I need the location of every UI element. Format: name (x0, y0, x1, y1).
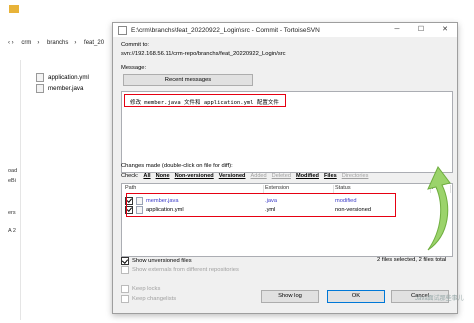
message-label: Message: (121, 65, 147, 71)
checkbox-icon (121, 257, 129, 265)
filter-link-modified[interactable]: Modified (296, 173, 319, 179)
filter-link-none[interactable]: None (156, 173, 170, 179)
file-list: application.yml member.java (36, 72, 89, 94)
keep-locks-checkbox[interactable]: Keep locks (121, 285, 160, 293)
filter-link-versioned[interactable]: Versioned (219, 173, 246, 179)
file-name: application.yml (48, 74, 89, 81)
close-button[interactable]: ✕ (433, 23, 457, 37)
watermark: Java面试那些事儿 (415, 296, 464, 302)
breadcrumb-item[interactable]: crm (21, 40, 31, 46)
commit-to-label: Commit to: (121, 42, 150, 48)
message-highlight (124, 94, 286, 107)
title-bar[interactable]: E:\crm\branchs\feat_20220922_Login\src -… (113, 23, 457, 37)
checkbox-label: Show unversioned files (132, 258, 192, 264)
checkbox-icon (121, 295, 129, 303)
keep-changelists-checkbox[interactable]: Keep changelists (121, 295, 176, 303)
minimize-button[interactable]: ─ (385, 23, 409, 37)
checkbox-icon (121, 285, 129, 293)
checkbox-label: Keep locks (132, 286, 161, 292)
folder-icon (9, 5, 19, 13)
changes-label: Changes made (double-click on file for d… (121, 163, 233, 169)
column-header-extension[interactable]: Extension (262, 185, 334, 193)
tortoisesvn-icon (118, 25, 127, 35)
recent-messages-button[interactable]: Recent messages (123, 74, 253, 86)
checkbox-label: Keep changelists (132, 296, 177, 302)
nav-fragment[interactable]: ers (8, 210, 16, 216)
filter-link-all[interactable]: All (143, 173, 150, 179)
selection-summary: 2 files selected, 2 files total (377, 257, 447, 263)
nav-fragment[interactable]: oad (8, 168, 17, 174)
ok-button[interactable]: OK (327, 290, 385, 303)
breadcrumb[interactable]: ‹ › crm › branchs › feat_20 (8, 40, 110, 46)
file-item[interactable]: application.yml (36, 72, 89, 83)
filter-link-deleted: Deleted (271, 173, 291, 179)
show-unversioned-checkbox[interactable]: Show unversioned files (121, 257, 192, 265)
nav-fragment[interactable]: A 2 (8, 228, 16, 234)
file-item[interactable]: member.java (36, 83, 89, 94)
checkbox-label: Show externals from different repositori… (132, 267, 239, 273)
commit-url: svn://192.168.56.11/crm-repo/branchs/fea… (121, 51, 286, 57)
filter-link-non-versioned[interactable]: Non-versioned (175, 173, 214, 179)
commit-dialog: E:\crm\branchs\feat_20220922_Login\src -… (112, 22, 458, 314)
window-title: E:\crm\branchs\feat_20220922_Login\src -… (131, 26, 320, 34)
show-externals-checkbox[interactable]: Show externals from different repositori… (121, 266, 239, 274)
filter-link-files[interactable]: Files (324, 173, 337, 179)
column-header-status[interactable]: Status (332, 185, 431, 193)
nav-fragment[interactable]: eBi (8, 178, 16, 184)
commit-arrow-icon (427, 166, 451, 251)
breadcrumb-item[interactable]: branchs (47, 40, 68, 46)
files-highlight (126, 193, 396, 217)
filter-link-added: Added (250, 173, 267, 179)
check-filters: Check: All None Non-versioned Versioned Adde… (121, 173, 368, 179)
navigation-pane: oad eBi ers A 2 (0, 60, 21, 320)
maximize-button[interactable]: ☐ (409, 23, 433, 37)
check-label: Check: (121, 173, 139, 179)
column-header-path[interactable]: Path (122, 185, 264, 193)
show-log-button[interactable]: Show log (261, 290, 319, 303)
nav-arrows-icon[interactable]: ‹ › (8, 40, 14, 46)
filter-link-directories: Directories (341, 173, 369, 179)
file-icon (36, 84, 44, 93)
file-name: member.java (48, 85, 84, 92)
breadcrumb-item[interactable]: feat_20 (84, 40, 104, 46)
checkbox-icon (121, 266, 129, 274)
file-icon (36, 73, 44, 82)
